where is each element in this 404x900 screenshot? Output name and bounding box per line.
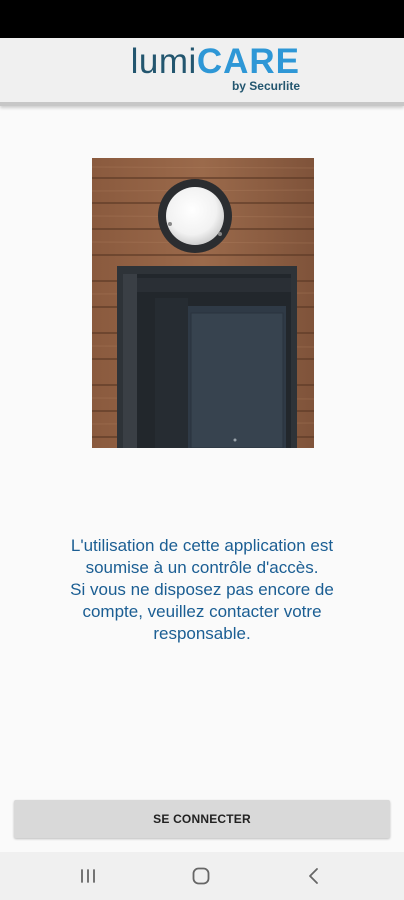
access-control-message: L'utilisation de cette application est s… [20, 535, 384, 645]
message-line-2: soumise à un contrôle d'accès. [85, 558, 319, 577]
back-icon[interactable] [302, 864, 326, 888]
logo-text-care: CARE [196, 42, 300, 81]
lumicare-logo: lumiCARE by Securlite [131, 42, 300, 93]
door-light-photo [92, 158, 314, 448]
app-header: lumiCARE by Securlite [0, 38, 404, 106]
message-line-3: Si vous ne disposez pas encore de [70, 580, 334, 599]
message-line-5: responsable. [153, 624, 251, 643]
status-bar [0, 0, 404, 38]
message-line-4: compte, veuillez contacter votre [82, 602, 322, 621]
home-icon[interactable] [189, 864, 213, 888]
recent-apps-icon[interactable] [76, 864, 100, 888]
navigation-bar [0, 852, 404, 900]
login-button[interactable]: SE CONNECTER [14, 800, 390, 838]
logo-text-lumi: lumi [130, 42, 197, 81]
message-line-1: L'utilisation de cette application est [70, 536, 334, 555]
